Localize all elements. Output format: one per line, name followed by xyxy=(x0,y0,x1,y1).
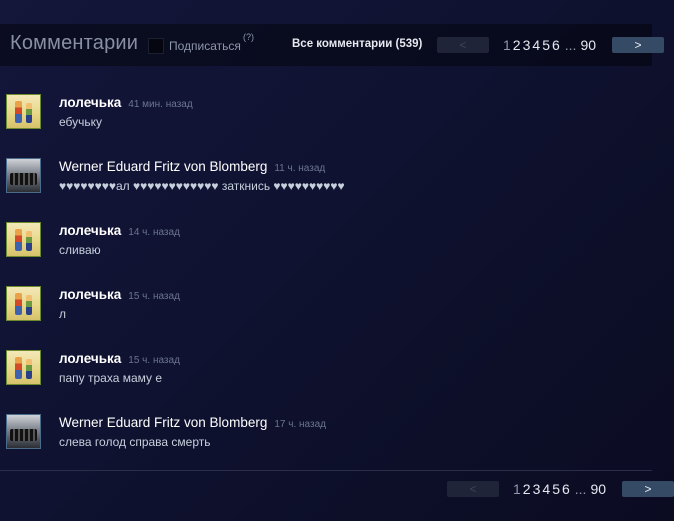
page-ellipsis: ... xyxy=(574,481,587,497)
comment-author-name[interactable]: лолечька xyxy=(59,95,121,110)
comment-text: папу траха маму е xyxy=(59,371,163,385)
train-avatar-icon xyxy=(7,159,40,192)
page-current: 1 xyxy=(513,481,521,497)
comment-author-name[interactable]: лолечька xyxy=(59,287,121,302)
comment-item: лолечька 41 мин. назад ебучьку xyxy=(6,94,646,134)
next-page-button[interactable]: > xyxy=(612,37,665,53)
comments-header: Комментарии Подписаться (?) Все коммента… xyxy=(0,24,665,66)
comment-item: лолечька 14 ч. назад сливаю xyxy=(6,222,646,262)
comments-title: Комментарии xyxy=(10,32,139,54)
avatar[interactable] xyxy=(6,414,41,449)
subscribe-toggle[interactable]: Подписаться xyxy=(148,38,241,54)
comment-author-name[interactable]: Werner Eduard Fritz von Blomberg xyxy=(59,159,267,174)
girl-avatar-icon xyxy=(7,95,40,128)
comment-text: ебучьку xyxy=(59,115,103,129)
page-link[interactable]: 2 xyxy=(513,37,521,53)
comment-item: Werner Eduard Fritz von Blomberg 17 ч. на… xyxy=(6,414,646,454)
avatar[interactable] xyxy=(6,286,41,321)
comment-author[interactable]: лолечька 41 мин. назад xyxy=(59,95,193,110)
girl-avatar-icon xyxy=(7,223,40,256)
comment-timestamp: 17 ч. назад xyxy=(274,419,326,430)
comment-timestamp: 41 мин. назад xyxy=(128,99,193,110)
comment-author[interactable]: лолечька 15 ч. назад xyxy=(59,287,180,302)
pager-bottom: < 1 2 3 4 5 6 ... 90 > xyxy=(447,481,674,497)
comment-item: лолечька 15 ч. назад л xyxy=(6,286,646,326)
comment-item: лолечька 15 ч. назад папу траха маму е xyxy=(6,350,646,390)
page-link[interactable]: 3 xyxy=(523,37,531,53)
page-ellipsis: ... xyxy=(564,37,577,53)
girl-avatar-icon xyxy=(7,351,40,384)
avatar[interactable] xyxy=(6,222,41,257)
page-link[interactable]: 6 xyxy=(552,37,560,53)
subscribe-label[interactable]: Подписаться xyxy=(169,39,241,53)
comment-item: Werner Eduard Fritz von Blomberg 11 ч. на… xyxy=(6,158,646,198)
avatar[interactable] xyxy=(6,94,41,129)
avatar[interactable] xyxy=(6,158,41,193)
prev-page-button[interactable]: < xyxy=(437,37,489,53)
girl-avatar-icon xyxy=(7,287,40,320)
comment-timestamp: 15 ч. назад xyxy=(128,291,180,302)
subscribe-checkbox[interactable] xyxy=(148,38,164,54)
prev-page-button[interactable]: < xyxy=(447,481,499,497)
next-page-button[interactable]: > xyxy=(622,481,674,497)
page-link[interactable]: 5 xyxy=(552,481,560,497)
comment-text: слева голод справа смерть xyxy=(59,435,211,449)
comment-author-name[interactable]: лолечька xyxy=(59,223,121,238)
comment-author[interactable]: Werner Eduard Fritz von Blomberg 17 ч. на… xyxy=(59,415,326,430)
all-comments-link[interactable]: Все комментарии (539) xyxy=(292,38,422,50)
footer-divider xyxy=(0,470,652,471)
comment-author-name[interactable]: лолечька xyxy=(59,351,121,366)
page-link-last[interactable]: 90 xyxy=(590,481,606,497)
train-avatar-icon xyxy=(7,415,40,448)
page-link[interactable]: 4 xyxy=(542,481,550,497)
avatar[interactable] xyxy=(6,350,41,385)
comment-author[interactable]: лолечька 15 ч. назад xyxy=(59,351,180,366)
comment-author[interactable]: Werner Eduard Fritz von Blomberg 11 ч. на… xyxy=(59,159,325,174)
comment-text: л xyxy=(59,307,67,321)
page-current: 1 xyxy=(503,37,511,53)
comment-author-name[interactable]: Werner Eduard Fritz von Blomberg xyxy=(59,415,267,430)
page-link[interactable]: 4 xyxy=(532,37,540,53)
page-link[interactable]: 2 xyxy=(523,481,531,497)
comment-timestamp: 11 ч. назад xyxy=(274,163,326,174)
page-numbers: 1 2 3 4 5 6 ... 90 xyxy=(513,481,608,497)
page-link[interactable]: 3 xyxy=(533,481,541,497)
comment-text: сливаю xyxy=(59,243,101,257)
comment-text: ♥♥♥♥♥♥♥♥ал ♥♥♥♥♥♥♥♥♥♥♥♥ заткнись ♥♥♥♥♥♥♥… xyxy=(59,179,345,193)
comment-timestamp: 14 ч. назад xyxy=(128,227,180,238)
comment-author[interactable]: лолечька 14 ч. назад xyxy=(59,223,180,238)
page-link-last[interactable]: 90 xyxy=(580,37,596,53)
page-link[interactable]: 5 xyxy=(542,37,550,53)
page-link[interactable]: 6 xyxy=(562,481,570,497)
pager-top: < 1 2 3 4 5 6 ... 90 > xyxy=(437,37,665,53)
page-numbers: 1 2 3 4 5 6 ... 90 xyxy=(503,37,598,53)
subscribe-help-link[interactable]: (?) xyxy=(243,32,254,42)
comment-timestamp: 15 ч. назад xyxy=(128,355,180,366)
